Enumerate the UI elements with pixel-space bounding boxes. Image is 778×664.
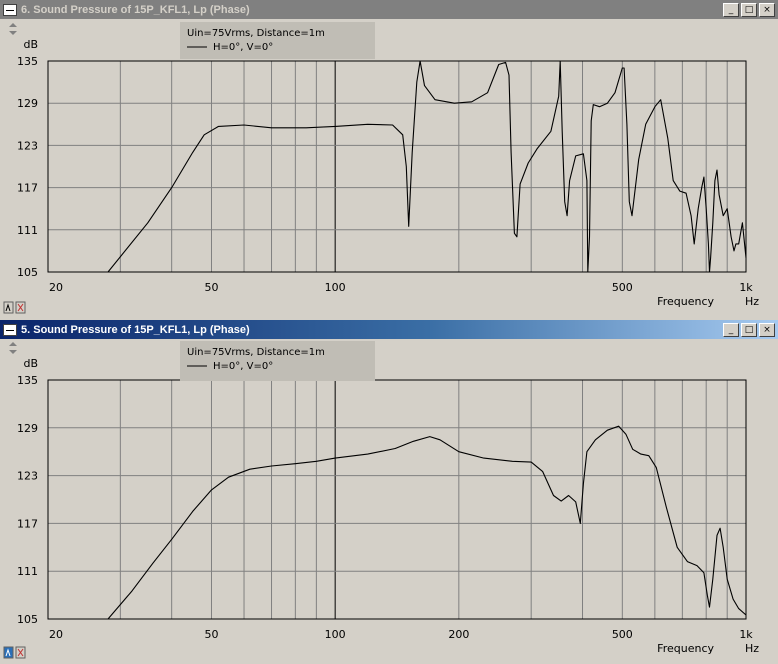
y-tick-label: 123 (17, 139, 38, 152)
y-tick-label: 105 (17, 266, 38, 279)
x-tick-label: 1k (739, 628, 753, 641)
y-tick-label: 105 (17, 613, 38, 626)
x-tick-label: 1k (739, 281, 753, 294)
x-tick-label: 50 (204, 628, 218, 641)
legend-entry: H=0°, V=0° (213, 42, 273, 53)
x-tick-label: 500 (612, 628, 633, 641)
plot-area (48, 61, 746, 272)
y-tick-label: 135 (17, 374, 38, 387)
x-tick-label: 50 (204, 281, 218, 294)
x-tick-label: 100 (325, 628, 346, 641)
y-axis-label: dB (23, 357, 38, 370)
x-axis-label: Frequency (657, 295, 714, 308)
x-tick-label: 500 (612, 281, 633, 294)
scroll-up-icon[interactable] (9, 23, 17, 27)
x-tick-label: 20 (49, 281, 63, 294)
x-tick-label: 20 (49, 628, 63, 641)
chart-canvas[interactable]: 105 111 117 123 129 135 dB 20 50 100 200 500 1k Frequ… (0, 320, 778, 664)
chart-window-6[interactable]: 6. Sound Pressure of 15P_KFL1, Lp (Phase… (0, 0, 778, 320)
y-tick-label: 135 (17, 55, 38, 68)
y-tick-label: 129 (17, 97, 38, 110)
scroll-down-icon[interactable] (9, 350, 17, 354)
x-axis-unit: Hz (745, 642, 759, 655)
chart-window-5[interactable]: 5. Sound Pressure of 15P_KFL1, Lp (Phase… (0, 320, 778, 664)
x-tick-label: 100 (325, 281, 346, 294)
y-tick-label: 129 (17, 422, 38, 435)
x-axis-unit: Hz (745, 295, 759, 308)
y-tick-label: 111 (17, 565, 38, 578)
y-tick-label: 111 (17, 224, 38, 237)
chart-canvas[interactable]: 105 111 117 123 129 135 dB 20 50 100 500 1k Frequenc… (0, 0, 778, 320)
legend-entry: H=0°, V=0° (213, 361, 273, 372)
y-axis-label: dB (23, 38, 38, 51)
legend-header: Uin=75Vrms, Distance=1m (187, 28, 325, 39)
plot-area (48, 380, 746, 619)
scroll-down-icon[interactable] (9, 31, 17, 35)
scroll-up-icon[interactable] (9, 342, 17, 346)
legend-header: Uin=75Vrms, Distance=1m (187, 347, 325, 358)
y-tick-label: 123 (17, 470, 38, 483)
x-axis-label: Frequency (657, 642, 714, 655)
y-tick-label: 117 (17, 182, 38, 195)
y-tick-label: 117 (17, 517, 38, 530)
x-tick-label: 200 (448, 628, 469, 641)
legend: Uin=75Vrms, Distance=1m H=0°, V=0° (180, 341, 375, 381)
legend: Uin=75Vrms, Distance=1m H=0°, V=0° (180, 22, 375, 59)
